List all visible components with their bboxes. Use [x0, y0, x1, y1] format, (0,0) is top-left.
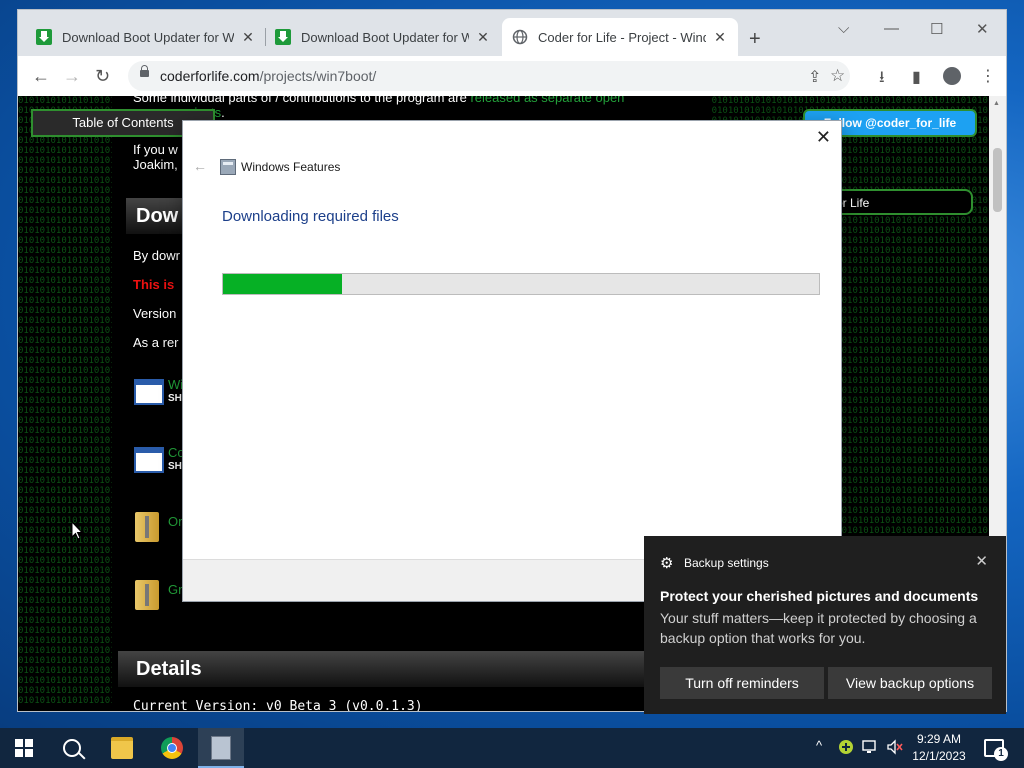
downloads-icon[interactable]: ⭳	[879, 66, 885, 93]
tab-download-boot-updater-1[interactable]: Download Boot Updater for Win ✕	[26, 18, 266, 56]
forward-button[interactable]: →	[63, 66, 81, 87]
maximize-button[interactable]: ☐	[930, 20, 943, 38]
windows-features-taskbar-button[interactable]	[198, 728, 244, 768]
file-link-1[interactable]: Wi	[168, 377, 183, 392]
if-you-text: If you w	[133, 142, 178, 157]
search-icon	[63, 739, 81, 757]
file-icon	[134, 379, 164, 405]
back-button[interactable]: ←	[32, 66, 50, 87]
notification-count-badge: 1	[994, 747, 1008, 761]
share-icon[interactable]: ⇪	[808, 67, 821, 87]
file-sha-1: SH	[168, 393, 182, 404]
side-panel-icon[interactable]: ▮	[912, 67, 921, 87]
lock-icon[interactable]	[140, 65, 149, 77]
view-backup-options-button[interactable]: View backup options	[828, 667, 992, 699]
windows-features-icon	[220, 159, 236, 175]
tab-close-icon[interactable]: ✕	[475, 29, 491, 46]
globe-icon	[512, 29, 528, 45]
browser-toolbar: ← → ↻ coderforlife.com/projects/win7boot…	[18, 56, 1006, 96]
tab-title: Download Boot Updater for Win	[301, 29, 469, 45]
windows-features-dialog: ✕ ← Windows Features Downloading require…	[183, 121, 841, 601]
tab-title: Coder for Life - Project - Windo	[538, 29, 706, 45]
zip-folder-icon	[135, 512, 159, 542]
new-tab-button[interactable]: +	[749, 28, 761, 51]
notification-close-button[interactable]: ✕	[975, 552, 988, 570]
zip-folder-icon	[135, 580, 159, 610]
tab-download-boot-updater-2[interactable]: Download Boot Updater for Win ✕	[265, 18, 501, 56]
joakim-text: Joakim,	[133, 157, 178, 172]
profile-avatar-icon[interactable]	[943, 67, 961, 85]
scrollbar-thumb[interactable]	[993, 148, 1002, 212]
separate-projects-link[interactable]: released as separate open	[470, 96, 624, 105]
start-button[interactable]	[0, 728, 48, 768]
tab-strip: Download Boot Updater for Win ✕ Download…	[18, 10, 1006, 56]
address-bar[interactable]: coderforlife.com/projects/win7boot/ ⇪ ☆	[128, 61, 850, 91]
url-path: /projects/win7boot/	[259, 68, 377, 84]
version-text: Version	[133, 306, 177, 321]
taskbar: ^ 9:29 AM 12/1/2023 1	[0, 728, 1024, 768]
windows-features-icon	[211, 736, 231, 760]
intro-text: Some individual parts of / contributions…	[133, 96, 471, 105]
security-update-icon[interactable]	[838, 739, 854, 758]
gear-icon: ⚙	[660, 555, 674, 572]
dialog-status-heading: Downloading required files	[222, 208, 399, 225]
minimize-button[interactable]: —	[884, 20, 899, 37]
close-window-button[interactable]: ✕	[976, 20, 989, 38]
period-text: .	[221, 105, 225, 120]
tab-coder-for-life[interactable]: Coder for Life - Project - Windo ✕	[502, 18, 738, 56]
url-host: coderforlife.com	[160, 68, 260, 84]
details-heading: Details	[118, 651, 696, 687]
tray-chevron-icon[interactable]: ^	[816, 738, 822, 753]
clock-time: 9:29 AM	[916, 732, 962, 746]
chrome-icon	[161, 737, 183, 759]
url-text[interactable]: coderforlife.com/projects/win7boot/	[160, 68, 376, 84]
tab-close-icon[interactable]: ✕	[240, 29, 256, 46]
notification-body: Your stuff matters—keep it protected by …	[660, 610, 977, 646]
tab-title: Download Boot Updater for Win	[62, 29, 234, 45]
taskbar-clock[interactable]: 9:29 AM 12/1/2023	[904, 731, 974, 765]
tab-close-icon[interactable]: ✕	[712, 29, 728, 46]
chrome-button[interactable]	[148, 728, 196, 768]
turn-off-reminders-button[interactable]: Turn off reminders	[660, 667, 824, 699]
folder-icon	[111, 737, 133, 759]
mouse-cursor-icon	[71, 521, 83, 540]
bookmark-star-icon[interactable]: ☆	[830, 66, 845, 86]
backup-notification[interactable]: ⚙ Backup settings ✕ Protect your cherish…	[644, 536, 1006, 714]
warning-text: This is	[133, 277, 175, 292]
network-icon[interactable]	[862, 739, 880, 758]
progress-fill	[223, 274, 343, 294]
windows-logo-icon	[15, 739, 33, 757]
reload-button[interactable]: ↻	[95, 66, 110, 87]
dialog-close-button[interactable]: ✕	[816, 127, 831, 148]
folder-link-2[interactable]: Gr	[168, 582, 182, 597]
clock-date: 12/1/2023	[912, 749, 966, 763]
download-icon	[36, 29, 52, 45]
download-progress-bar	[222, 273, 820, 295]
folder-link-1[interactable]: Or	[168, 514, 182, 529]
current-version-text: Current Version: v0 Beta 3 (v0.0.1.3)	[133, 699, 423, 711]
notification-app-name: Backup settings	[684, 556, 769, 570]
file-sha-2: SH	[168, 461, 182, 472]
intro-text-line-1: Some individual parts of / contributions…	[133, 96, 624, 105]
search-button[interactable]	[48, 728, 96, 768]
volume-muted-icon[interactable]	[886, 739, 904, 758]
by-downloading-text: By dowr	[133, 248, 180, 263]
scroll-up-arrow-icon[interactable]: ▲	[993, 100, 1000, 107]
dialog-title: Windows Features	[241, 160, 341, 174]
browser-menu-icon[interactable]: ⋮	[980, 66, 996, 86]
download-icon	[275, 29, 291, 45]
notification-heading: Protect your cherished pictures and docu…	[660, 588, 979, 604]
dialog-back-button[interactable]: ←	[193, 158, 207, 174]
tab-search-dropdown-icon[interactable]: ⌵	[838, 20, 849, 37]
as-a-reminder-text: As a rer	[133, 335, 179, 350]
file-icon	[134, 447, 164, 473]
file-explorer-button[interactable]	[98, 728, 146, 768]
